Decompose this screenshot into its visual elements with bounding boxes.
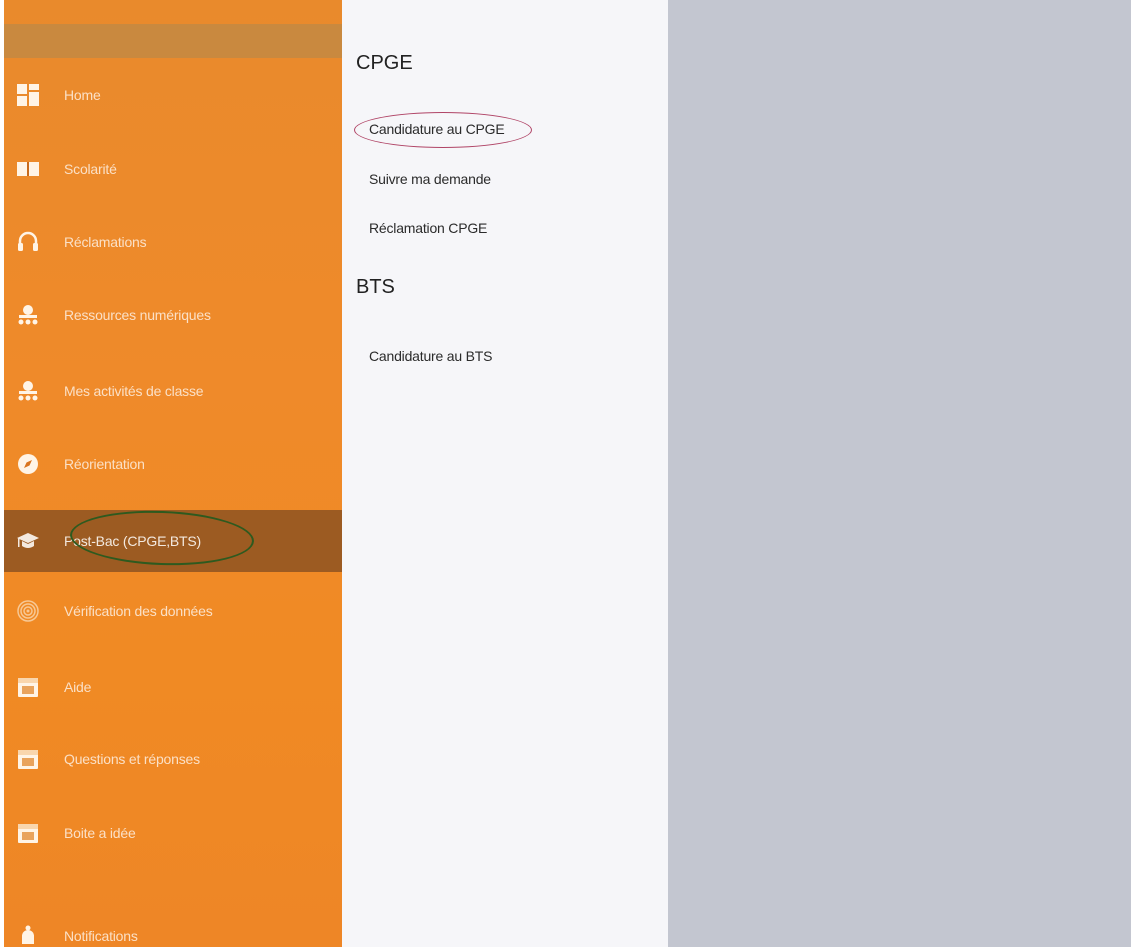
sidebar-item-label: Home — [64, 87, 101, 103]
candidature-cpge-link[interactable]: Candidature au CPGE — [369, 121, 505, 137]
calendar-icon — [16, 675, 40, 699]
sidebar-item-label: Aide — [64, 679, 92, 695]
calendar-icon — [16, 747, 40, 771]
post-bac-submenu: CPGE Candidature au CPGE Suivre ma deman… — [342, 0, 668, 947]
compass-icon — [16, 452, 40, 476]
sidebar-top-bar — [4, 24, 342, 58]
sidebar-item-label: Réclamations — [64, 234, 147, 250]
cpge-heading: CPGE — [356, 52, 413, 74]
sidebar: Home Scolarité Réclamations Ressources n… — [4, 0, 342, 947]
bts-heading: BTS — [356, 276, 395, 298]
sidebar-item-mes-activites[interactable]: Mes activités de classe — [4, 363, 342, 419]
reclamation-cpge-link[interactable]: Réclamation CPGE — [369, 220, 487, 236]
sidebar-item-ressources-numeriques[interactable]: Ressources numériques — [4, 287, 342, 343]
sidebar-item-label: Ressources numériques — [64, 307, 211, 323]
sidebar-item-notifications[interactable]: Notifications — [4, 908, 342, 947]
sidebar-item-scolarite[interactable]: Scolarité — [4, 141, 342, 197]
grid-icon — [16, 83, 40, 107]
network-icon — [16, 303, 40, 327]
sidebar-item-questions-reponses[interactable]: Questions et réponses — [4, 731, 342, 787]
sidebar-item-label: Vérification des données — [64, 603, 213, 619]
book-icon — [16, 157, 40, 181]
suivre-demande-link[interactable]: Suivre ma demande — [369, 171, 491, 187]
app-window: Home Scolarité Réclamations Ressources n… — [0, 0, 1131, 947]
sidebar-item-post-bac[interactable]: Post-Bac (CPGE,BTS) — [4, 507, 342, 572]
sidebar-item-aide[interactable]: Aide — [4, 659, 342, 715]
content-area — [668, 0, 1131, 947]
candidature-bts-link[interactable]: Candidature au BTS — [369, 348, 492, 364]
calendar-icon — [16, 821, 40, 845]
sidebar-item-label: Notifications — [64, 928, 138, 944]
bell-icon — [16, 924, 40, 947]
fingerprint-icon — [16, 599, 40, 623]
network-icon — [16, 379, 40, 403]
sidebar-item-label: Mes activités de classe — [64, 383, 204, 399]
sidebar-item-label: Réorientation — [64, 456, 145, 472]
sidebar-item-home[interactable]: Home — [4, 67, 342, 123]
sidebar-item-verification[interactable]: Vérification des données — [4, 583, 342, 639]
sidebar-item-label: Questions et réponses — [64, 751, 200, 767]
sidebar-item-boite-a-idee[interactable]: Boite a idée — [4, 805, 342, 861]
graduation-cap-icon — [16, 529, 40, 553]
sidebar-item-label: Post-Bac (CPGE,BTS) — [64, 533, 202, 549]
sidebar-item-label: Scolarité — [64, 161, 117, 177]
sidebar-item-reclamations[interactable]: Réclamations — [4, 214, 342, 270]
headset-icon — [16, 230, 40, 254]
sidebar-item-label: Boite a idée — [64, 825, 136, 841]
sidebar-item-reorientation[interactable]: Réorientation — [4, 436, 342, 492]
